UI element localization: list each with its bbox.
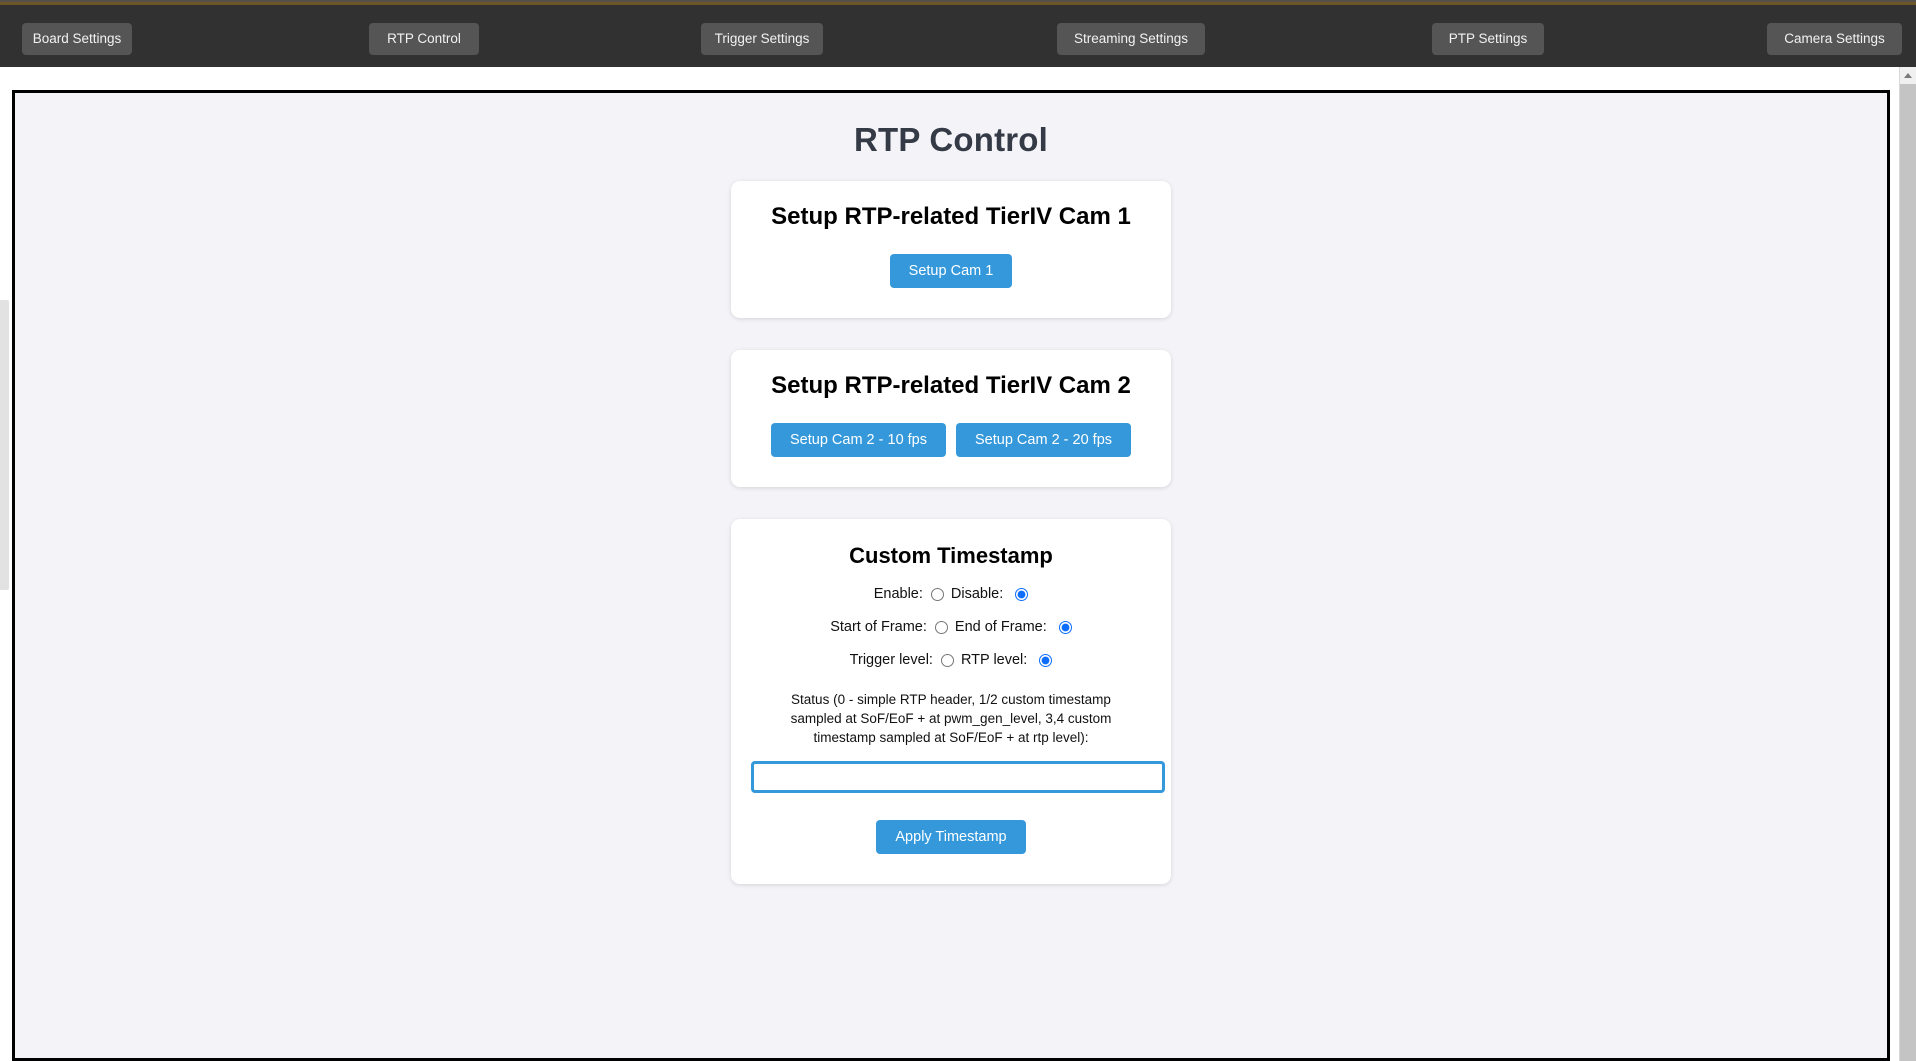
radio-disable[interactable] [1015,587,1029,601]
nav-button-trigger-settings[interactable]: Trigger Settings [701,23,823,55]
cam-1-button-row: Setup Cam 1 [751,254,1151,288]
label-end-of-frame: End of Frame: [954,619,1047,635]
setup-cam-2-20fps-button[interactable]: Setup Cam 2 - 20 fps [956,423,1132,457]
radio-row-level: Trigger level: RTP level: [751,652,1151,668]
radio-row-frame: Start of Frame: End of Frame: [751,619,1151,635]
card-title-cam-2: Setup RTP-related TierIV Cam 2 [771,372,1131,399]
radio-start-of-frame[interactable] [934,620,948,634]
nav-button-board-settings[interactable]: Board Settings [22,23,132,55]
timestamp-status-input[interactable] [751,761,1165,794]
label-start-of-frame: Start of Frame: [830,619,927,635]
main-content-frame: RTP Control Setup RTP-related TierIV Cam… [12,90,1890,1061]
nav-button-camera-settings[interactable]: Camera Settings [1767,23,1902,55]
nav-button-rtp-control[interactable]: RTP Control [369,23,479,55]
scroll-up-arrow-icon[interactable] [1900,67,1916,84]
label-rtp-level: RTP level: [960,652,1028,668]
label-trigger-level: Trigger level: [849,652,933,668]
vertical-scrollbar[interactable] [1899,67,1916,1061]
apply-timestamp-button[interactable]: Apply Timestamp [876,820,1026,855]
cam-2-button-row: Setup Cam 2 - 10 fps Setup Cam 2 - 20 fp… [751,423,1151,457]
nav-button-streaming-settings[interactable]: Streaming Settings [1057,23,1205,55]
page-title: RTP Control [853,121,1049,158]
nav-button-ptp-settings[interactable]: PTP Settings [1432,23,1544,55]
radio-trigger-level[interactable] [940,653,954,667]
radio-rtp-level[interactable] [1039,653,1053,667]
setup-cam-1-button[interactable]: Setup Cam 1 [889,254,1013,288]
apply-button-row: Apply Timestamp [751,820,1151,855]
card-title-custom-timestamp: Custom Timestamp [849,543,1053,568]
card-setup-cam-2: Setup RTP-related TierIV Cam 2 Setup Cam… [731,350,1171,487]
status-description: Status (0 - simple RTP header, 1/2 custo… [790,692,1112,746]
card-title-cam-1: Setup RTP-related TierIV Cam 1 [771,203,1131,230]
radio-end-of-frame[interactable] [1058,620,1072,634]
label-disable: Disable: [950,586,1004,602]
setup-cam-2-10fps-button[interactable]: Setup Cam 2 - 10 fps [770,423,946,457]
navigation-bar: Board Settings RTP Control Trigger Setti… [0,5,1916,67]
radio-enable[interactable] [930,587,944,601]
card-custom-timestamp: Custom Timestamp Enable: Disable: Start … [731,519,1171,885]
label-enable: Enable: [873,586,923,602]
top-accent-strip-inner [0,0,1916,2]
radio-row-enable-disable: Enable: Disable: [751,586,1151,602]
left-edge-artifact [0,300,9,590]
card-setup-cam-1: Setup RTP-related TierIV Cam 1 Setup Cam… [731,181,1171,318]
